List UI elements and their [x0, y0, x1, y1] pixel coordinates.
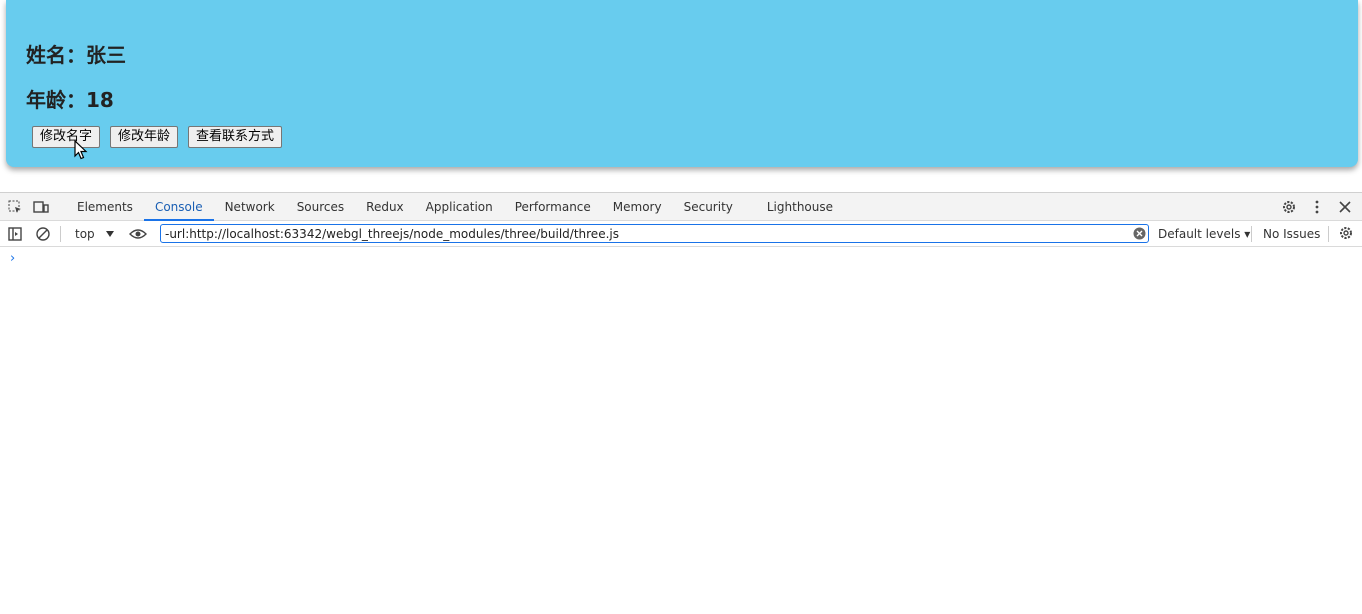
- close-icon[interactable]: [1334, 196, 1356, 218]
- context-label: top: [75, 226, 95, 241]
- context-selector[interactable]: top: [67, 227, 123, 241]
- tab-performance[interactable]: Performance: [504, 193, 602, 221]
- toolbar-divider: [60, 225, 61, 242]
- view-contact-button[interactable]: 查看联系方式: [188, 126, 283, 148]
- dropdown-arrow-icon: [105, 230, 114, 237]
- tab-network[interactable]: Network: [214, 193, 286, 221]
- clear-filter-icon[interactable]: [1133, 227, 1146, 240]
- devtools-actions: [1278, 196, 1356, 218]
- issues-counter[interactable]: No Issues: [1263, 221, 1320, 247]
- tab-redux[interactable]: Redux: [355, 193, 415, 221]
- tab-sources[interactable]: Sources: [286, 193, 355, 221]
- settings-gear-icon[interactable]: [1278, 196, 1300, 218]
- tab-elements[interactable]: Elements: [66, 193, 144, 221]
- more-options-icon[interactable]: [1306, 196, 1328, 218]
- tab-console[interactable]: Console: [143, 193, 214, 221]
- age-text: 年龄：18: [26, 88, 114, 112]
- toolbar-divider: [1251, 226, 1252, 242]
- console-filter-input[interactable]: [160, 224, 1149, 243]
- sidebar-toggle-icon[interactable]: [4, 223, 26, 245]
- live-expression-eye-icon[interactable]: [127, 223, 149, 245]
- tab-memory[interactable]: Memory: [602, 193, 673, 221]
- tab-lighthouse[interactable]: Lighthouse: [756, 193, 844, 221]
- webpage: 姓名：张三 年龄：18 修改名字 修改年龄 查看联系方式: [0, 0, 1362, 192]
- devtools-tabbar: Elements Console Network Sources Redux A…: [0, 193, 1362, 221]
- devtools-panel: Elements Console Network Sources Redux A…: [0, 192, 1362, 614]
- toolbar-divider: [1328, 226, 1329, 242]
- log-levels-dropdown[interactable]: Default levels ▾: [1158, 221, 1250, 247]
- console-toolbar: top Default levels ▾ No Issues: [0, 221, 1362, 247]
- devtools-tabs: Elements Console Network Sources Redux A…: [66, 193, 844, 221]
- tab-application[interactable]: Application: [415, 193, 504, 221]
- console-prompt[interactable]: ›: [10, 251, 15, 266]
- device-toolbar-icon[interactable]: [30, 196, 52, 218]
- change-age-button[interactable]: 修改年龄: [110, 126, 179, 148]
- name-text: 姓名：张三: [26, 43, 126, 67]
- console-settings-gear-icon[interactable]: [1338, 225, 1354, 245]
- tab-security[interactable]: Security: [673, 193, 744, 221]
- clear-console-icon[interactable]: [32, 223, 54, 245]
- mouse-cursor-icon: [74, 140, 88, 160]
- user-card: 姓名：张三 年龄：18 修改名字 修改年龄 查看联系方式: [6, 0, 1358, 167]
- change-name-button[interactable]: 修改名字: [32, 126, 101, 148]
- inspect-element-icon[interactable]: [4, 196, 26, 218]
- button-row: 修改名字 修改年龄 查看联系方式: [32, 126, 283, 148]
